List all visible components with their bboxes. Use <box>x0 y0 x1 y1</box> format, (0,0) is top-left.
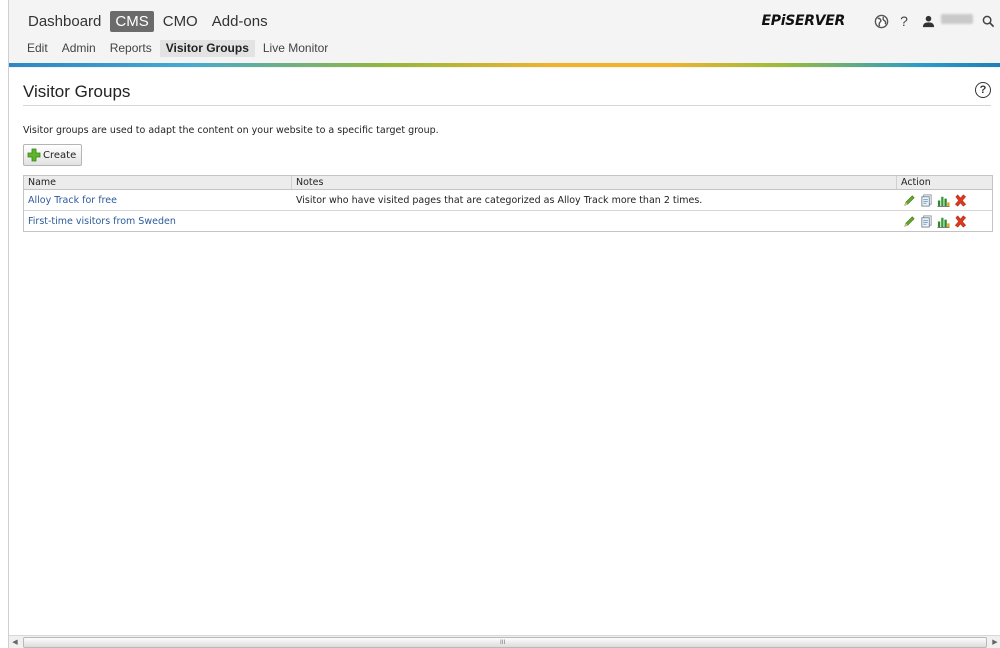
visitor-group-link[interactable]: First-time visitors from Sweden <box>24 216 292 227</box>
secondary-nav: Edit Admin Reports Visitor Groups Live M… <box>21 39 336 57</box>
search-icon[interactable] <box>979 12 997 30</box>
help-icon[interactable]: ? <box>895 12 913 30</box>
tab-visitor-groups[interactable]: Visitor Groups <box>159 39 255 57</box>
table-row: First-time visitors from Sweden <box>24 211 992 231</box>
user-name-redacted <box>941 14 973 24</box>
table-header: Name Notes Action <box>24 176 992 190</box>
add-icon <box>27 148 41 162</box>
edit-icon[interactable] <box>902 193 916 207</box>
primary-nav: Dashboard CMS CMO Add-ons <box>23 10 277 32</box>
page-help-icon[interactable]: ? <box>975 82 991 98</box>
tab-reports[interactable]: Reports <box>104 40 158 57</box>
visitor-group-notes: Visitor who have visited pages that are … <box>296 194 703 206</box>
nav-dashboard[interactable]: Dashboard <box>23 11 106 32</box>
copy-icon[interactable] <box>919 193 933 207</box>
row-actions <box>897 214 992 228</box>
intro-text: Visitor groups are used to adapt the con… <box>23 125 439 136</box>
horizontal-scrollbar[interactable]: ◀ III ▶ <box>9 635 1000 648</box>
column-header-notes[interactable]: Notes <box>292 176 897 189</box>
nav-add-ons[interactable]: Add-ons <box>207 11 273 32</box>
column-header-action: Action <box>901 177 931 188</box>
statistics-icon[interactable] <box>936 214 950 228</box>
edit-icon[interactable] <box>902 214 916 228</box>
app-frame: Dashboard CMS CMO Add-ons Edit Admin Rep… <box>8 0 1000 648</box>
tab-admin[interactable]: Admin <box>56 40 102 57</box>
global-header: Dashboard CMS CMO Add-ons Edit Admin Rep… <box>9 0 1000 68</box>
tab-edit[interactable]: Edit <box>21 40 54 57</box>
header-accent-line <box>9 63 1000 67</box>
globe-icon[interactable] <box>872 12 890 30</box>
scroll-left-arrow-icon[interactable]: ◀ <box>9 636 21 648</box>
delete-icon[interactable] <box>953 193 967 207</box>
scrollbar-grip: III <box>500 639 506 646</box>
delete-icon[interactable] <box>953 214 967 228</box>
scrollbar-thumb[interactable]: III <box>23 637 987 648</box>
title-divider <box>23 105 991 106</box>
copy-icon[interactable] <box>919 214 933 228</box>
tab-live-monitor[interactable]: Live Monitor <box>257 40 334 57</box>
column-header-name[interactable]: Name <box>24 176 292 189</box>
create-button-label: Create <box>43 149 77 161</box>
statistics-icon[interactable] <box>936 193 950 207</box>
episerver-logo: EPiSERVER <box>761 13 845 29</box>
user-icon[interactable] <box>919 12 937 30</box>
nav-cmo[interactable]: CMO <box>158 11 203 32</box>
visitor-group-link[interactable]: Alloy Track for free <box>24 195 292 206</box>
table-row: Alloy Track for free Visitor who have vi… <box>24 190 992 211</box>
scroll-right-arrow-icon[interactable]: ▶ <box>989 636 1000 648</box>
nav-cms[interactable]: CMS <box>110 10 154 32</box>
visitor-groups-table: Name Notes Action Alloy Track for free V… <box>23 175 993 232</box>
page-title: Visitor Groups <box>23 82 131 101</box>
create-button[interactable]: Create <box>23 144 83 166</box>
row-actions <box>897 193 992 207</box>
